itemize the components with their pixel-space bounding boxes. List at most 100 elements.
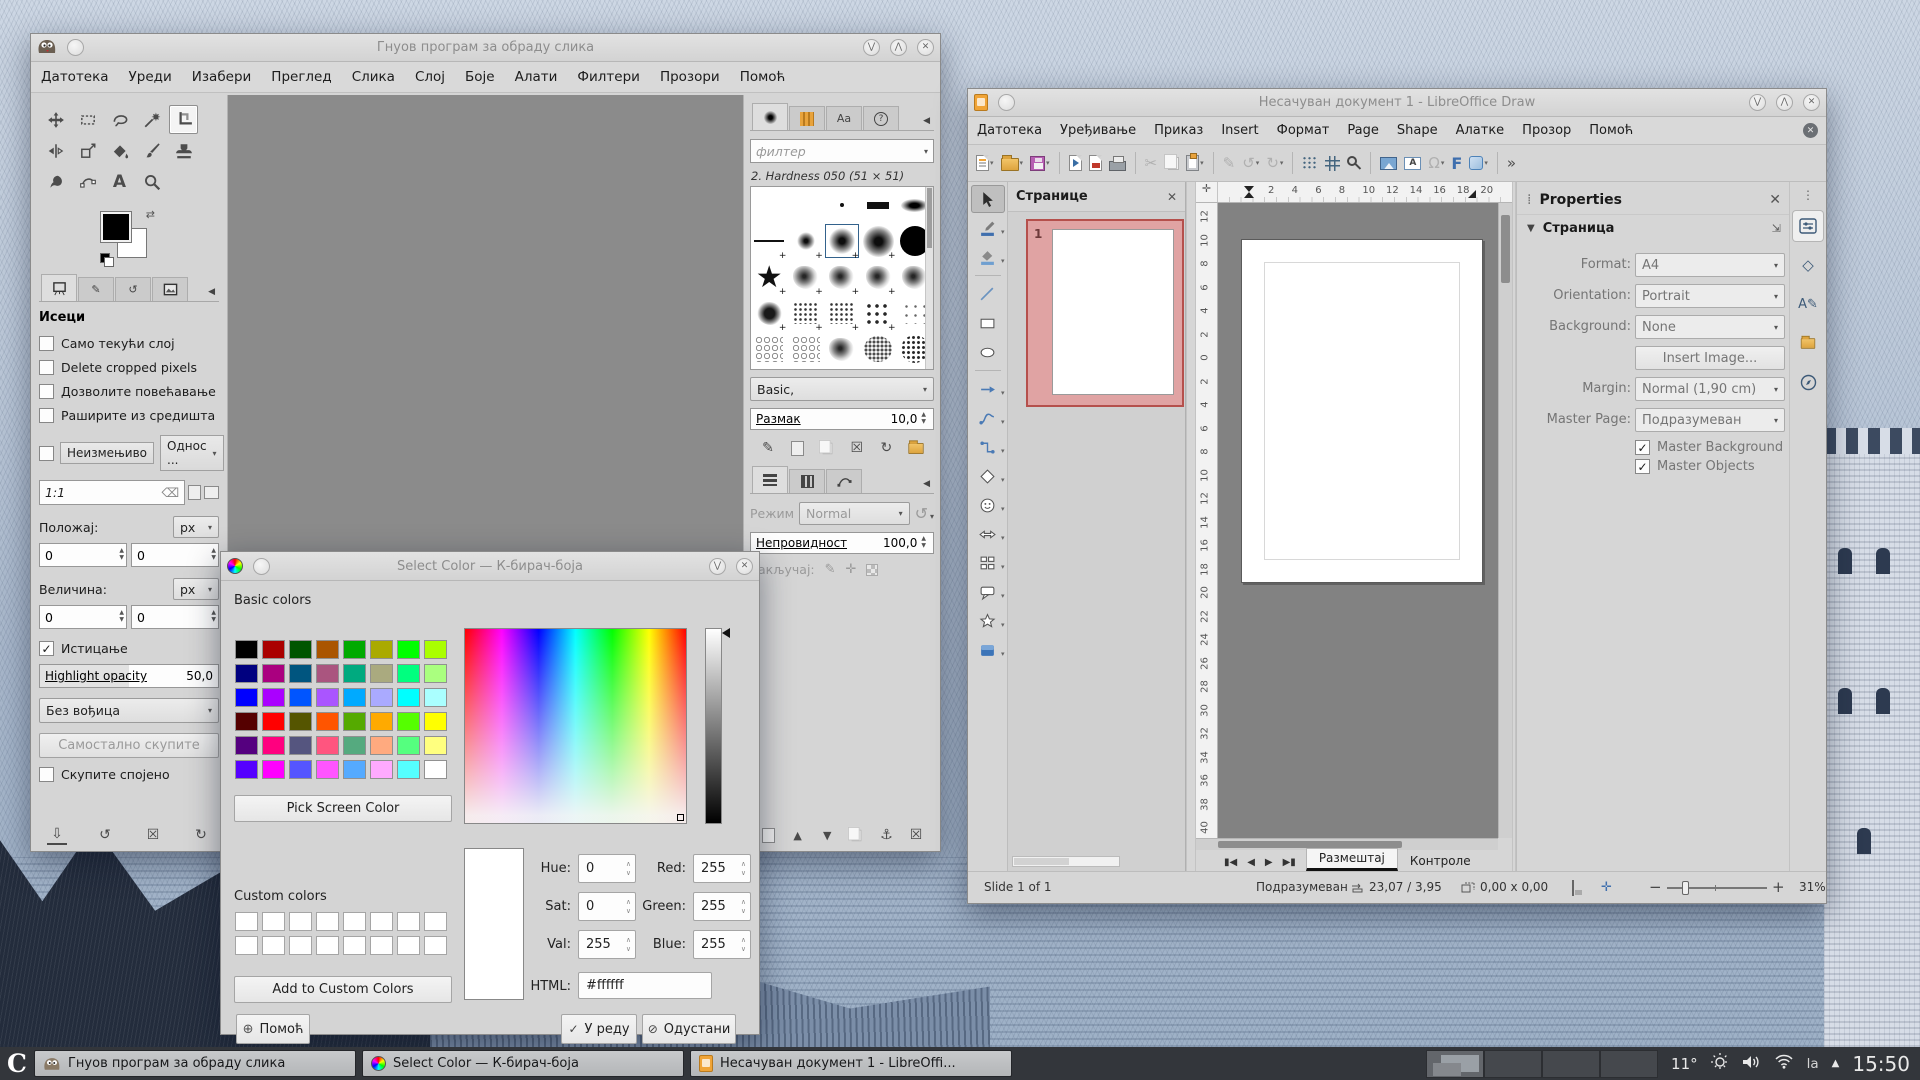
tool-fuzzy-select-icon[interactable] — [137, 105, 166, 134]
draw-menu-Приказ[interactable]: Приказ — [1145, 123, 1212, 138]
basic-color-swatch[interactable] — [317, 689, 338, 706]
color-dialog-shade-button[interactable]: ⋁ — [709, 558, 726, 575]
left-margin-marker[interactable] — [1244, 186, 1254, 192]
new-brush-icon[interactable] — [788, 438, 808, 458]
duplicate-brush-icon[interactable] — [817, 438, 837, 458]
draw-tool-fillcolor-icon[interactable]: ▾ — [971, 243, 1005, 271]
basic-color-swatch[interactable] — [290, 761, 311, 778]
checkbox-master-objects[interactable]: ✓ — [1635, 459, 1650, 474]
snap-icon[interactable] — [1323, 150, 1342, 176]
draw-tool-line-icon[interactable] — [971, 280, 1005, 308]
vertical-scrollbar[interactable] — [1498, 203, 1512, 838]
print-icon[interactable] — [1107, 150, 1128, 176]
basic-color-swatch[interactable] — [290, 713, 311, 730]
draw-tool-flowchart-icon[interactable]: ▾ — [971, 549, 1005, 577]
basic-color-swatch[interactable] — [398, 737, 419, 754]
brush-cell-twig[interactable] — [824, 367, 860, 370]
gimp-menu-Алати[interactable]: Алати — [505, 69, 568, 85]
basic-color-swatch[interactable] — [344, 641, 365, 658]
prev-page-icon[interactable]: ◀ — [1247, 857, 1255, 868]
red-spinbox[interactable]: 255∧∨ — [693, 854, 751, 883]
fontwork-icon[interactable]: F — [1449, 150, 1464, 176]
tab-device-status[interactable]: ✎ — [78, 277, 114, 301]
weather-temperature[interactable]: 11° — [1671, 1055, 1698, 1073]
sidebar-tab-character[interactable]: A✎ — [1793, 289, 1823, 319]
last-page-icon[interactable]: ▶▮ — [1283, 857, 1296, 868]
tab-fonts[interactable]: Aa — [826, 106, 862, 130]
draw-window-menu-button[interactable] — [998, 94, 1015, 111]
custom-color-swatch[interactable] — [236, 913, 257, 930]
custom-color-swatch[interactable] — [425, 913, 446, 930]
checkbox-fixed[interactable] — [39, 446, 54, 461]
brush-cell-twig[interactable] — [860, 367, 896, 370]
brush-group-combo[interactable]: Basic,▾ — [750, 377, 934, 401]
basic-color-swatch[interactable] — [425, 713, 446, 730]
basic-color-swatch[interactable] — [317, 713, 338, 730]
fixed-button[interactable]: Неизмењиво — [60, 442, 154, 464]
basic-color-swatch[interactable] — [371, 665, 392, 682]
brush-cell-smear[interactable] — [787, 367, 823, 370]
refresh-brushes-icon[interactable]: ↻ — [876, 438, 896, 458]
brush-spacing-slider[interactable]: Размак 10,0▲▼ — [750, 408, 934, 430]
new-icon[interactable]: ▾ — [974, 150, 996, 176]
restore-tool-preset-icon[interactable]: ↺ — [95, 825, 115, 845]
gimp-menu-Филтери[interactable]: Филтери — [567, 69, 650, 85]
swap-colors-icon[interactable]: ⇄ — [146, 208, 155, 221]
brush-cell-dots[interactable] — [860, 295, 896, 331]
basic-color-swatch[interactable] — [344, 665, 365, 682]
zoom-in-icon[interactable]: + — [1772, 878, 1785, 896]
redo-icon[interactable]: ↻▾ — [1264, 150, 1285, 176]
tab-channels[interactable] — [789, 469, 825, 493]
color-dialog-menu-button[interactable] — [253, 558, 270, 575]
brush-cell-dot[interactable] — [824, 187, 860, 223]
delete-layer-icon[interactable]: ☒ — [906, 825, 926, 845]
raise-layer-icon[interactable]: ▲ — [788, 825, 808, 845]
brush-cell-line[interactable] — [751, 223, 787, 259]
clock[interactable]: 15:50 — [1852, 1052, 1910, 1076]
next-page-icon[interactable]: ▶ — [1265, 857, 1273, 868]
sidebar-tab-gallery[interactable] — [1793, 328, 1823, 358]
custom-color-swatch[interactable] — [425, 937, 446, 954]
dock-collapse-icon[interactable]: ◀ — [204, 287, 219, 301]
workspace-1[interactable] — [1426, 1050, 1484, 1078]
brush-cell-splat[interactable] — [824, 331, 860, 367]
position-y-spinbox[interactable]: 0▲▼ — [131, 543, 219, 567]
zoomtool-icon[interactable] — [1345, 150, 1363, 176]
insert-image-button[interactable]: Insert Image... — [1635, 346, 1785, 370]
blue-spinbox[interactable]: 255∧∨ — [693, 930, 751, 959]
gimp-menu-Изабери[interactable]: Изабери — [182, 69, 262, 85]
pages-panel-scrollbar[interactable] — [1012, 856, 1120, 867]
tool-move-icon[interactable] — [41, 105, 70, 134]
tab-patterns[interactable] — [789, 106, 825, 130]
document-page[interactable] — [1241, 239, 1483, 583]
panel-splitter[interactable] — [1186, 182, 1196, 871]
lock-pixels-icon[interactable]: ✎ — [825, 562, 836, 577]
exportdoc-icon[interactable] — [1067, 150, 1084, 176]
basic-color-swatch[interactable] — [371, 689, 392, 706]
background-combo[interactable]: None▾ — [1635, 315, 1785, 339]
autoshrink-button[interactable]: Самостално скупите — [39, 733, 219, 758]
textbox-icon[interactable]: A — [1402, 150, 1423, 176]
basic-color-swatch[interactable] — [371, 737, 392, 754]
tool-flip-icon[interactable] — [41, 136, 70, 165]
basic-color-swatch[interactable] — [371, 713, 392, 730]
size-unit-combo[interactable]: px▾ — [173, 578, 219, 600]
brush-cell-cells[interactable] — [751, 331, 787, 367]
gimp-menu-Боје[interactable]: Боје — [455, 69, 505, 85]
section-dialog-icon[interactable]: ⇲ — [1772, 222, 1781, 235]
color-dialog-close-button[interactable]: ✕ — [736, 558, 753, 575]
gimp-menu-Прозори[interactable]: Прозори — [650, 69, 730, 85]
save-icon[interactable]: ▾ — [1028, 150, 1052, 176]
document-modified-icon[interactable] — [1572, 881, 1574, 895]
brush-cell-splat[interactable] — [824, 259, 860, 295]
gimp-maximize-button[interactable]: ⋀ — [890, 39, 907, 56]
sidebar-tab-shapes[interactable]: ◇ — [1793, 250, 1823, 280]
gimp-menu-Уреди[interactable]: Уреди — [119, 69, 182, 85]
default-colors-icon[interactable] — [101, 254, 109, 262]
tool-rectangle-select-icon[interactable] — [73, 105, 102, 134]
basic-color-swatch[interactable] — [236, 737, 257, 754]
custom-color-swatch[interactable] — [371, 937, 392, 954]
custom-color-swatch[interactable] — [344, 937, 365, 954]
basic-color-swatch[interactable] — [236, 689, 257, 706]
workspace-4[interactable] — [1600, 1050, 1658, 1078]
